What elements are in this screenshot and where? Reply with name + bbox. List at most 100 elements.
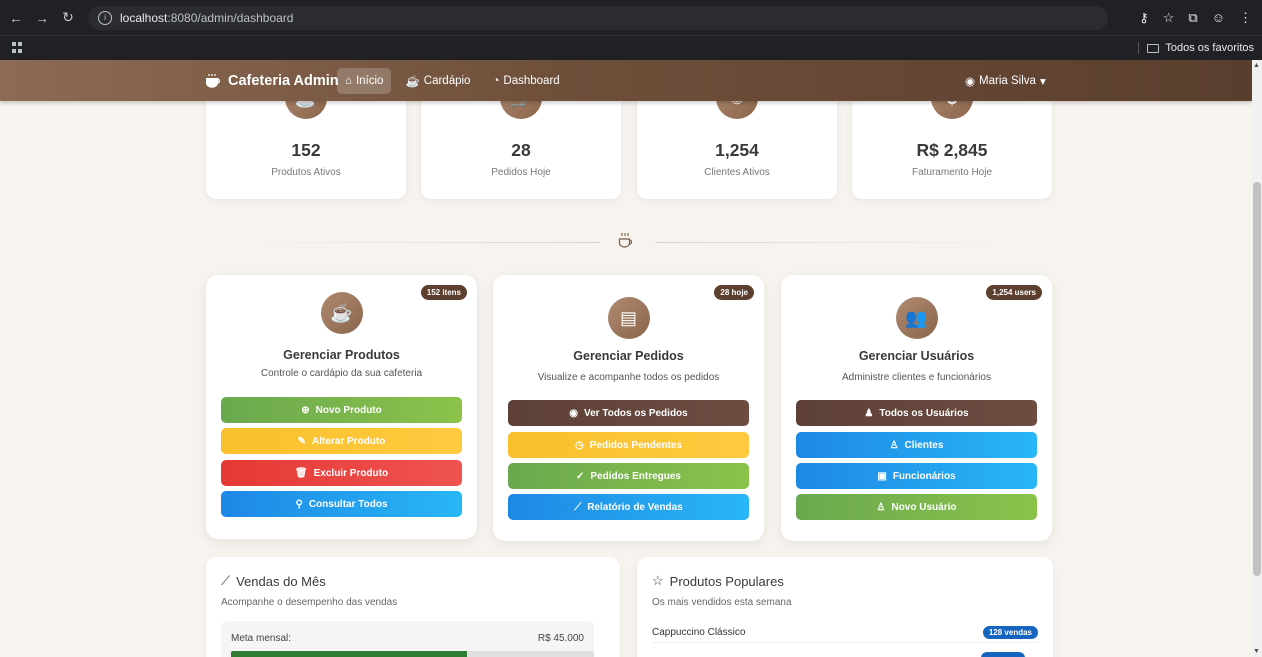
- stat-label: Clientes Ativos: [704, 167, 770, 178]
- card-gerenciar-pedidos: 28 hoje ▤ Gerenciar Pedidos Visualize e …: [493, 275, 764, 541]
- hot-coffee-icon: ☕: [320, 292, 363, 334]
- panel-subtitle: Acompanhe o desempenho das vendas: [221, 597, 398, 608]
- nav-inicio[interactable]: ⌂ Início: [337, 67, 392, 94]
- reload-icon[interactable]: ↻: [58, 8, 78, 28]
- relatorio-vendas-button[interactable]: ⟋ Relatório de Vendas: [508, 494, 749, 520]
- vendas-mes-panel: ⟋ Vendas do Mês Acompanhe o desempenho da…: [206, 557, 620, 657]
- users-icon: 👥: [895, 297, 938, 339]
- back-icon[interactable]: ←: [6, 8, 26, 28]
- extensions-icon[interactable]: ⧉: [1188, 10, 1197, 26]
- user-icon: ♙: [889, 439, 899, 451]
- brand[interactable]: Cafeteria Admin: [205, 73, 339, 89]
- status-badge: 152 itens: [420, 285, 467, 300]
- eye-icon: ◉: [569, 407, 578, 419]
- profile-icon[interactable]: ☺: [1212, 10, 1225, 25]
- stat-value: R$ 2,845: [916, 140, 988, 160]
- produtos-populares-panel: ☆ Produtos Populares Os mais vendidos est…: [637, 557, 1053, 657]
- consultar-todos-button[interactable]: ⚲ Consultar Todos: [221, 491, 462, 517]
- button-label: Alterar Produto: [312, 435, 386, 447]
- novo-usuario-button[interactable]: ♙ Novo Usuário: [796, 494, 1037, 520]
- meta-label: Meta mensal:: [231, 633, 292, 644]
- card-description: Controle o cardápio da sua cafeteria: [260, 368, 423, 379]
- todos-usuarios-button[interactable]: ♟ Todos os Usuários: [796, 400, 1037, 426]
- section-divider-left: [230, 242, 600, 243]
- bookmark-star-icon[interactable]: ☆: [1163, 10, 1175, 26]
- search-icon: ⚲: [295, 498, 303, 510]
- meta-value: R$ 45.000: [537, 633, 584, 644]
- password-key-icon[interactable]: ⚷: [1139, 10, 1149, 26]
- nav-dashboard[interactable]: ◔ Dashboard: [484, 68, 567, 94]
- button-label: Todos os Usuários: [879, 407, 969, 419]
- meta-mensal-box: Meta mensal: R$ 45.000: [221, 621, 594, 657]
- caret-down-icon: ▾: [1039, 75, 1046, 88]
- menu-dots-icon[interactable]: ⋮: [1239, 10, 1252, 26]
- status-badge: 28 hoje: [714, 285, 754, 300]
- meta-progress-fill: [231, 651, 467, 657]
- bookmark-folder-all[interactable]: Todos os favoritos: [1138, 42, 1254, 54]
- chart-line-icon: ⟋: [221, 573, 231, 588]
- card-description: Administre clientes e funcionários: [842, 372, 991, 383]
- card-gerenciar-usuarios: 1,254 users 👥 Gerenciar Usuários Adminis…: [781, 275, 1052, 541]
- card-description: Visualize e acompanhe todos os pedidos: [537, 372, 720, 383]
- nav-dashboard-label: Dashboard: [503, 74, 560, 87]
- user-plus-icon: ♙: [876, 501, 886, 513]
- nav-inicio-label: Início: [355, 74, 384, 87]
- list-item: Cappuccino Clássico 128 vendas: [652, 623, 1038, 643]
- panel-title: Produtos Populares: [669, 573, 784, 589]
- scrollbar-thumb[interactable]: [1253, 182, 1261, 576]
- stat-card-pedidos: 🛒 28 Pedidos Hoje: [421, 101, 621, 199]
- ver-pedidos-button[interactable]: ◉ Ver Todos os Pedidos: [508, 400, 749, 426]
- edit-icon: ✎: [297, 435, 307, 447]
- users-icon: ♟: [864, 407, 874, 419]
- stat-label: Faturamento Hoje: [911, 167, 993, 178]
- stat-card-produtos: ☕ 152 Produtos Ativos: [206, 101, 406, 199]
- alterar-produto-button[interactable]: ✎ Alterar Produto: [221, 428, 462, 454]
- button-label: Consultar Todos: [308, 498, 388, 510]
- button-label: Clientes: [904, 439, 944, 451]
- card-gerenciar-produtos: 152 itens ☕ Gerenciar Produtos Controle …: [206, 275, 477, 539]
- meta-progress-bar: [231, 651, 594, 657]
- forward-icon[interactable]: →: [32, 8, 52, 28]
- excluir-produto-button[interactable]: 🗑 Excluir Produto: [221, 460, 462, 486]
- page-scrollbar[interactable]: ▲ ▼: [1252, 60, 1262, 657]
- bookmarks-bar: Todos os favoritos: [0, 35, 1262, 60]
- plus-circle-icon: ⊕: [301, 404, 310, 416]
- stat-label: Produtos Ativos: [271, 167, 341, 178]
- pedidos-pendentes-button[interactable]: ◷ Pedidos Pendentes: [508, 432, 749, 458]
- stat-card-faturamento: $ R$ 2,845 Faturamento Hoje: [852, 101, 1052, 199]
- scroll-up-icon[interactable]: ▲: [1253, 62, 1260, 69]
- apps-grid-icon[interactable]: [12, 42, 24, 54]
- users-icon: ☺: [716, 101, 758, 119]
- button-label: Relatório de Vendas: [587, 501, 683, 513]
- nav-cardapio[interactable]: ☕ Cardápio: [397, 68, 478, 94]
- pedidos-entregues-button[interactable]: ✓ Pedidos Entregues: [508, 463, 749, 489]
- sales-badge: [981, 652, 1025, 657]
- brand-title: Cafeteria Admin: [228, 72, 339, 89]
- cup-icon: ☕: [405, 75, 420, 88]
- button-label: Ver Todos os Pedidos: [584, 407, 688, 419]
- button-label: Excluir Produto: [313, 467, 389, 479]
- stat-value: 152: [291, 140, 321, 160]
- trash-icon: 🗑: [294, 467, 308, 479]
- speedometer-icon: ◔: [492, 74, 500, 87]
- site-info-icon[interactable]: i: [98, 10, 112, 25]
- coffee-cup-icon: [205, 73, 221, 88]
- button-label: Funcionários: [892, 470, 956, 482]
- user-menu[interactable]: ◉ Maria Silva ▾: [965, 74, 1046, 88]
- user-name: Maria Silva: [979, 74, 1036, 87]
- novo-produto-button[interactable]: ⊕ Novo Produto: [221, 397, 462, 423]
- id-badge-icon: ▣: [877, 470, 887, 482]
- address-bar[interactable]: i localhost:8080/admin/dashboard: [88, 5, 1108, 30]
- stat-value: 1,254: [715, 140, 759, 160]
- chart-line-icon: ⟋: [574, 501, 582, 513]
- bookmark-folder-label: Todos os favoritos: [1165, 42, 1254, 54]
- folder-icon: [1147, 43, 1160, 53]
- coffee-cup-icon: [618, 232, 634, 250]
- button-label: Novo Usuário: [891, 501, 957, 513]
- app-navbar: Cafeteria Admin ⌂ Início ☕ Cardápio ◔ Dashb…: [0, 60, 1252, 101]
- nav-cardapio-label: Cardápio: [423, 74, 471, 87]
- stat-label: Pedidos Hoje: [491, 167, 551, 178]
- funcionarios-button[interactable]: ▣ Funcionários: [796, 463, 1037, 489]
- scroll-down-icon[interactable]: ▼: [1253, 648, 1260, 655]
- clientes-button[interactable]: ♙ Clientes: [796, 432, 1037, 458]
